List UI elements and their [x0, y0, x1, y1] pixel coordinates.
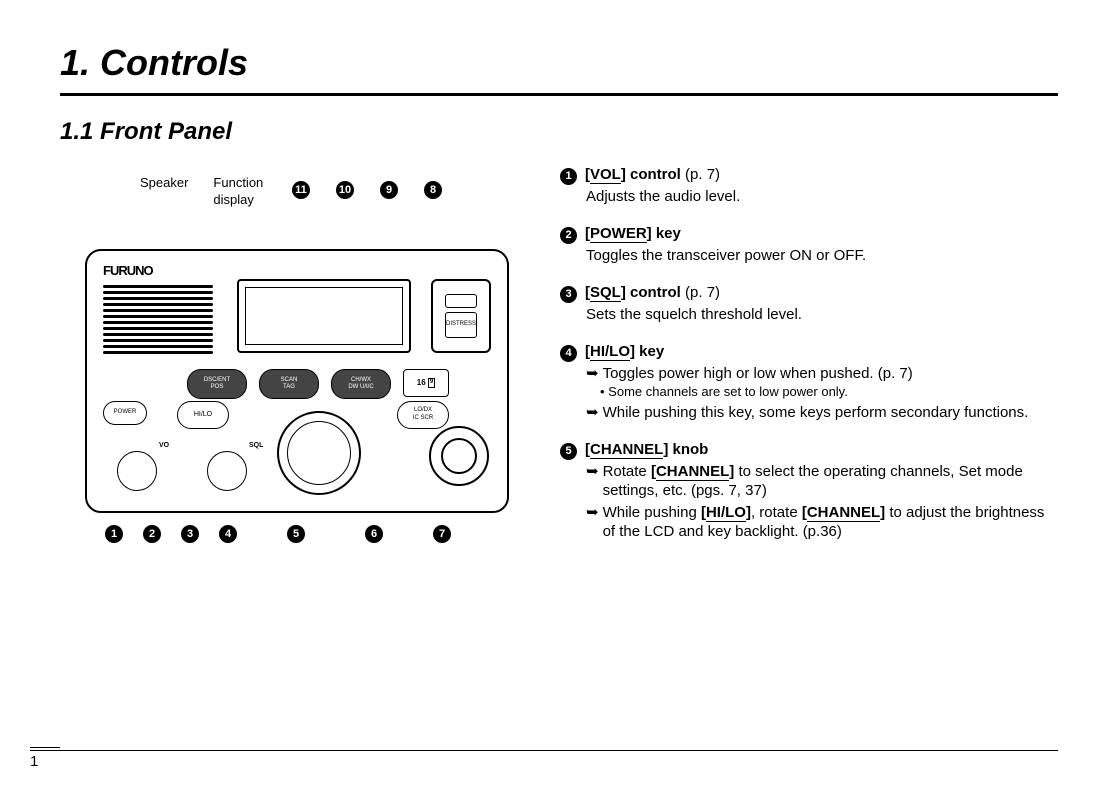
speaker-grill — [103, 285, 213, 357]
desc-bubble: 2 — [560, 227, 577, 244]
desc-bubble: 1 — [560, 168, 577, 185]
power-button: POWER — [103, 401, 147, 425]
desc-arrow-text: While pushing [HI/LO], rotate [CHANNEL] … — [603, 503, 1058, 542]
chapter-title: 1. Controls — [60, 40, 1058, 87]
desc-head: 1[VOL] control (p. 7) — [560, 165, 1058, 185]
device-frame: FURUNO DISTRESS DSC/ENT POS SCAN TAG — [85, 249, 509, 513]
arrow-icon: ➥ — [586, 364, 599, 384]
control-type: key — [639, 343, 664, 360]
section-title: 1.1 Front Panel — [60, 116, 1058, 147]
desc-line: Toggles the transceiver power ON or OFF. — [586, 246, 1058, 266]
key-label: HI/LO — [590, 343, 630, 361]
dsc-ent-button: DSC/ENT POS — [187, 369, 247, 399]
desc-head: 3[SQL] control (p. 7) — [560, 283, 1058, 303]
control-type: control — [630, 284, 681, 301]
desc-item-4: 4[HI/LO] key ➥Toggles power high or low … — [560, 342, 1058, 422]
vol-label: VO — [159, 441, 169, 450]
control-descriptions: 1[VOL] control (p. 7)Adjusts the audio l… — [560, 165, 1058, 560]
desc-bubble: 5 — [560, 443, 577, 460]
desc-line: Adjusts the audio level. — [586, 187, 1058, 207]
desc-note: Some channels are set to low power only. — [600, 384, 1058, 401]
desc-arrow-line: ➥Rotate [CHANNEL] to select the operatin… — [586, 462, 1058, 501]
sql-knob — [207, 451, 247, 491]
callout-1: 1 — [105, 525, 123, 543]
ch-wx-button: CH/WX DW U/I/C — [331, 369, 391, 399]
title-rule — [60, 93, 1058, 96]
desc-item-2: 2[POWER] key Toggles the transceiver pow… — [560, 224, 1058, 265]
callout-6: 6 — [365, 525, 383, 543]
desc-arrow-text: Toggles power high or low when pushed. (… — [603, 364, 913, 384]
brand-logo: FURUNO — [103, 263, 153, 280]
key-label: VOL — [590, 166, 621, 184]
desc-bubble: 3 — [560, 286, 577, 303]
sql-label: SQL — [249, 441, 263, 450]
lodx-button: LO/DX IC SCR — [397, 401, 449, 429]
front-panel-diagram: Speaker Function display 11 10 9 8 FURUN… — [60, 165, 530, 543]
desc-item-3: 3[SQL] control (p. 7)Sets the squelch th… — [560, 283, 1058, 324]
callout-11: 11 — [292, 181, 310, 199]
desc-arrow-text: Rotate [CHANNEL] to select the operating… — [603, 462, 1058, 501]
distress-button: DISTRESS — [445, 312, 477, 338]
callout-5: 5 — [287, 525, 305, 543]
desc-item-1: 1[VOL] control (p. 7)Adjusts the audio l… — [560, 165, 1058, 206]
desc-item-5: 5[CHANNEL] knob ➥Rotate [CHANNEL] to sel… — [560, 440, 1058, 542]
callout-3: 3 — [181, 525, 199, 543]
desc-bubble: 4 — [560, 345, 577, 362]
hilo-button: HI/LO — [177, 401, 229, 429]
scan-button: SCAN TAG — [259, 369, 319, 399]
key-label: POWER — [590, 225, 647, 243]
channel-knob — [277, 411, 361, 495]
desc-arrow-line: ➥Toggles power high or low when pushed. … — [586, 364, 1058, 384]
callout-9: 9 — [380, 181, 398, 199]
page-ref: (p. 7) — [685, 284, 720, 301]
desc-arrow-line: ➥While pushing this key, some keys perfo… — [586, 403, 1058, 423]
key-label: SQL — [590, 284, 621, 302]
callouts-bottom: 1 2 3 4 5 6 7 — [105, 525, 530, 543]
control-type: knob — [673, 441, 709, 458]
vol-knob — [117, 451, 157, 491]
arrow-icon: ➥ — [586, 503, 599, 542]
desc-line: Sets the squelch threshold level. — [586, 305, 1058, 325]
arrow-icon: ➥ — [586, 462, 599, 501]
sixteen-nine-button: 16 9 — [403, 369, 449, 397]
callout-8: 8 — [424, 181, 442, 199]
function-display-screen — [237, 279, 411, 353]
key-label: CHANNEL — [590, 441, 663, 459]
callout-7: 7 — [433, 525, 451, 543]
desc-head: 4[HI/LO] key — [560, 342, 1058, 362]
control-type: control — [630, 166, 681, 183]
control-type: key — [656, 225, 681, 242]
desc-head: 2[POWER] key — [560, 224, 1058, 244]
callout-10: 10 — [336, 181, 354, 199]
desc-head: 5[CHANNEL] knob — [560, 440, 1058, 460]
desc-arrow-text: While pushing this key, some keys perfor… — [603, 403, 1029, 423]
page-ref: (p. 7) — [685, 166, 720, 183]
anno-function-display: Function display — [213, 175, 263, 209]
callout-2: 2 — [143, 525, 161, 543]
callouts-top: 11 10 9 8 — [292, 181, 442, 199]
distress-cover: DISTRESS — [431, 279, 491, 353]
desc-arrow-line: ➥While pushing [HI/LO], rotate [CHANNEL]… — [586, 503, 1058, 542]
mic-jack — [429, 426, 489, 486]
footer-rule — [30, 750, 1058, 751]
anno-speaker: Speaker — [140, 175, 188, 209]
callout-4: 4 — [219, 525, 237, 543]
arrow-icon: ➥ — [586, 403, 599, 423]
page-number: 1 — [30, 747, 60, 772]
